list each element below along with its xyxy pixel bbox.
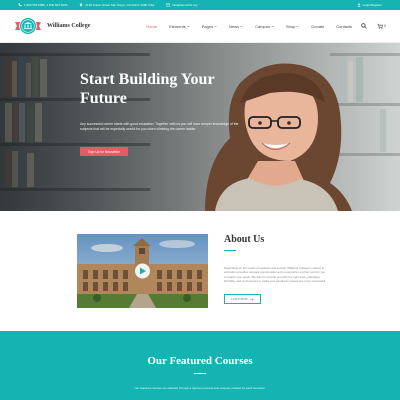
topbar-phone-text: 1 800 559 6580, 1 800 603 6035 xyxy=(24,2,68,7)
phone-icon xyxy=(18,3,22,7)
nav-item-label: Donate xyxy=(311,23,325,29)
arrow-right-icon xyxy=(249,297,254,301)
nav-item-donate[interactable]: Donate xyxy=(305,24,330,29)
login-register-link[interactable]: Login/Register xyxy=(357,3,382,7)
login-register-text: Login/Register xyxy=(362,3,382,7)
chevron-down-icon xyxy=(187,25,190,27)
learn-more-button[interactable]: Learn More xyxy=(224,294,261,304)
nav-item-label: Campus xyxy=(255,23,271,29)
location-icon xyxy=(80,3,83,7)
college-building-image xyxy=(77,234,208,308)
newsletter-signup-button[interactable]: Sign Up for Newsletter xyxy=(80,147,128,156)
nav-item-news[interactable]: News xyxy=(223,24,249,29)
hero-title: Start Building Your Future xyxy=(80,71,215,107)
hero-description: Any successful career starts with good e… xyxy=(80,122,239,131)
nav-item-label: Shop xyxy=(286,23,296,29)
cart-count: 0 xyxy=(384,24,386,28)
cart-icon xyxy=(377,23,383,29)
logo[interactable]: Williams College xyxy=(14,16,90,36)
search-icon[interactable] xyxy=(361,23,367,29)
topbar-email[interactable]: info@demolink.org xyxy=(166,3,197,7)
mail-icon xyxy=(166,3,171,7)
about-video-thumbnail[interactable] xyxy=(77,234,208,308)
user-icon xyxy=(357,3,361,7)
nav-item-home[interactable]: Home xyxy=(140,24,163,29)
college-logo-icon xyxy=(15,18,41,34)
featured-title: Our Featured Courses xyxy=(147,355,253,367)
chevron-down-icon xyxy=(296,25,300,27)
site-header: Williams College Home Elements Pages News Ca… xyxy=(0,10,400,43)
chevron-down-icon xyxy=(214,25,217,27)
nav-item-label: News xyxy=(229,23,240,29)
chevron-down-icon xyxy=(240,25,243,27)
nav-item-shop[interactable]: Shop xyxy=(280,24,305,29)
topbar-email-text: info@demolink.org xyxy=(172,2,198,7)
topbar-address-text: 2130 Fulton Street San Diego, CA 94117-1… xyxy=(85,2,155,7)
topbar-phone[interactable]: 1 800 559 6580, 1 800 603 6035 xyxy=(18,3,67,7)
logo-badge xyxy=(14,16,42,36)
topbar-address: 2130 Fulton Street San Diego, CA 94117-1… xyxy=(79,3,154,7)
page: 1 800 559 6580, 1 800 603 6035 2130 Fult… xyxy=(0,0,400,400)
nav-item-label: Elements xyxy=(169,23,186,29)
nav-item-campus[interactable]: Campus xyxy=(249,24,280,29)
nav-item-pages[interactable]: Pages xyxy=(196,24,223,29)
featured-divider xyxy=(194,373,206,374)
featured-courses-section: Our Featured Courses Our featured course… xyxy=(0,331,400,400)
main-nav: Home Elements Pages News Campus Shop Donate Con… xyxy=(140,24,358,29)
learn-more-label: Learn More xyxy=(231,297,248,301)
nav-item-contacts[interactable]: Contacts xyxy=(330,24,358,29)
chevron-down-icon xyxy=(271,25,274,27)
about-description: Depending on the needs of students and s… xyxy=(224,266,326,283)
nav-item-label: Pages xyxy=(201,23,214,29)
logo-text: Williams College xyxy=(47,23,91,29)
header-actions: 0 xyxy=(361,23,386,29)
nav-item-label: Contacts xyxy=(336,23,353,29)
about-section: About Us Depending on the needs of stude… xyxy=(0,211,400,331)
top-bar: 1 800 559 6580, 1 800 603 6035 2130 Fult… xyxy=(0,0,400,10)
about-title: About Us xyxy=(224,234,265,245)
cart-button[interactable]: 0 xyxy=(377,23,386,29)
nav-item-label: Home xyxy=(146,23,158,29)
about-divider xyxy=(224,250,236,251)
featured-description: Our featured courses are selected throug… xyxy=(134,386,266,390)
hero-section: Start Building Your Future Any successfu… xyxy=(0,43,400,211)
nav-item-elements[interactable]: Elements xyxy=(163,24,196,29)
